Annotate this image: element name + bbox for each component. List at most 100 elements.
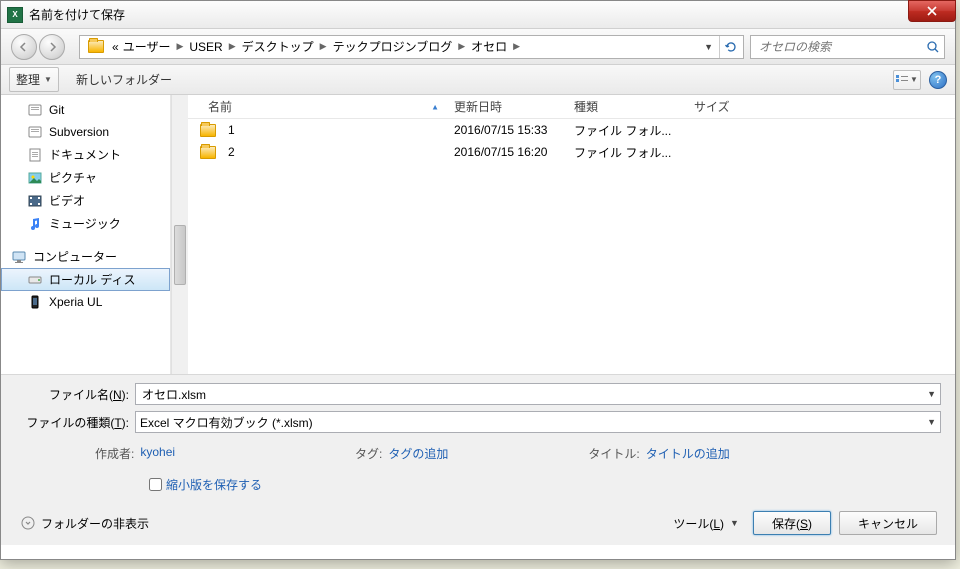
- repo-icon: [27, 102, 43, 118]
- tools-button[interactable]: ツール(L) ▼: [667, 512, 745, 535]
- sidebar-item-git[interactable]: Git: [1, 99, 170, 121]
- column-type[interactable]: 種類: [566, 98, 686, 115]
- repo-icon: [27, 124, 43, 140]
- filetype-select[interactable]: Excel マクロ有効ブック (*.xlsm) ▼: [135, 411, 941, 433]
- chevron-down-icon: ▼: [910, 75, 918, 84]
- folder-icon: [200, 146, 216, 159]
- file-name: 2: [228, 145, 235, 159]
- breadcrumb-item[interactable]: テックプロジンブログ: [331, 34, 455, 59]
- back-button[interactable]: [11, 34, 37, 60]
- file-row[interactable]: 2 2016/07/15 16:20 ファイル フォル...: [188, 141, 955, 163]
- chevron-right-icon: ▶: [176, 41, 183, 52]
- save-dialog: X 名前を付けて保存 « ユーザー ▶ USER ▶ デスクトップ ▶ テックプ…: [0, 0, 956, 560]
- breadcrumb-item[interactable]: デスクトップ: [240, 34, 316, 59]
- collapse-icon: [21, 516, 35, 530]
- refresh-button[interactable]: [719, 36, 741, 58]
- help-button[interactable]: ?: [929, 71, 947, 89]
- refresh-icon: [724, 40, 738, 54]
- history-dropdown[interactable]: ▼: [698, 42, 719, 52]
- sidebar-item-label: Subversion: [49, 125, 109, 139]
- titlebar: X 名前を付けて保存: [1, 1, 955, 29]
- video-icon: [27, 193, 43, 209]
- tag-value[interactable]: タグの追加: [388, 445, 448, 462]
- chevron-down-icon[interactable]: ▼: [927, 389, 936, 399]
- view-mode-button[interactable]: ▼: [893, 70, 921, 90]
- chevron-down-icon[interactable]: ▼: [927, 417, 936, 427]
- phone-icon: [27, 294, 43, 310]
- breadcrumb-item[interactable]: ユーザー: [121, 34, 173, 59]
- search-input[interactable]: [757, 39, 922, 55]
- folder-icon: [200, 124, 216, 137]
- file-list: 名前 ▲ 更新日時 種類 サイズ 1 2016/07/15 15:33 ファイル…: [188, 95, 955, 374]
- excel-icon: X: [7, 7, 23, 23]
- column-size[interactable]: サイズ: [686, 98, 766, 115]
- sidebar-item-music[interactable]: ミュージック: [1, 212, 170, 235]
- filename-field[interactable]: [140, 386, 927, 402]
- forward-icon: [46, 41, 58, 53]
- navbar: « ユーザー ▶ USER ▶ デスクトップ ▶ テックプロジンブログ ▶ オセ…: [1, 29, 955, 65]
- bottom-panel: ファイル名(N): ▼ ファイルの種類(T): Excel マクロ有効ブック (…: [1, 375, 955, 545]
- search-icon: [926, 40, 940, 54]
- filename-input[interactable]: ▼: [135, 383, 941, 405]
- sidebar-scrollbar[interactable]: [171, 95, 188, 374]
- file-type: ファイル フォル...: [566, 144, 686, 161]
- computer-icon: [11, 249, 27, 265]
- music-icon: [27, 216, 43, 232]
- hide-folders-button[interactable]: フォルダーの非表示: [15, 515, 149, 532]
- document-icon: [27, 147, 43, 163]
- title-value[interactable]: タイトルの追加: [646, 445, 730, 462]
- search-box[interactable]: [750, 35, 945, 59]
- breadcrumb-item[interactable]: USER: [187, 36, 224, 58]
- sort-ascending-icon: ▲: [431, 102, 439, 111]
- sidebar-item-computer[interactable]: コンピューター: [1, 245, 170, 268]
- sidebar-item-documents[interactable]: ドキュメント: [1, 143, 170, 166]
- cancel-button[interactable]: キャンセル: [839, 511, 937, 535]
- file-date: 2016/07/15 16:20: [446, 145, 566, 159]
- close-button[interactable]: [908, 0, 956, 22]
- file-type: ファイル フォル...: [566, 122, 686, 139]
- file-row[interactable]: 1 2016/07/15 15:33 ファイル フォル...: [188, 119, 955, 141]
- file-name: 1: [228, 123, 235, 137]
- chevron-right-icon: ▶: [513, 41, 520, 52]
- main-area: Git Subversion ドキュメント ピクチャ ビデオ ミュージック: [1, 95, 955, 375]
- sidebar-item-subversion[interactable]: Subversion: [1, 121, 170, 143]
- author-value[interactable]: kyohei: [140, 445, 175, 462]
- sidebar-item-localdisk[interactable]: ローカル ディス: [1, 268, 170, 291]
- scrollbar-thumb[interactable]: [174, 225, 186, 285]
- organize-button[interactable]: 整理 ▼: [9, 67, 59, 92]
- column-headers: 名前 ▲ 更新日時 種類 サイズ: [188, 95, 955, 119]
- filetype-label: ファイルの種類(T):: [15, 414, 135, 431]
- address-bar[interactable]: « ユーザー ▶ USER ▶ デスクトップ ▶ テックプロジンブログ ▶ オセ…: [79, 35, 744, 59]
- chevron-right-icon: ▶: [229, 41, 236, 52]
- close-icon: [927, 6, 937, 16]
- column-name[interactable]: 名前 ▲: [188, 98, 446, 115]
- tools-label: ツール(L): [673, 515, 724, 532]
- new-folder-button[interactable]: 新しいフォルダー: [69, 67, 179, 92]
- sidebar-item-label: ミュージック: [49, 215, 121, 232]
- hide-folders-label: フォルダーの非表示: [41, 515, 149, 532]
- save-button[interactable]: 保存(S): [753, 511, 831, 535]
- sidebar: Git Subversion ドキュメント ピクチャ ビデオ ミュージック: [1, 95, 171, 374]
- breadcrumb-item[interactable]: オセロ: [469, 34, 509, 59]
- thumbnail-label: 縮小版を保存する: [166, 476, 262, 493]
- search-button[interactable]: [922, 36, 944, 58]
- back-icon: [18, 41, 30, 53]
- filename-label: ファイル名(N):: [15, 386, 135, 403]
- new-folder-label: 新しいフォルダー: [76, 71, 172, 88]
- drive-icon: [27, 272, 43, 288]
- sidebar-item-label: ドキュメント: [49, 146, 121, 163]
- organize-label: 整理: [16, 71, 40, 88]
- sidebar-item-xperia[interactable]: Xperia UL: [1, 291, 170, 313]
- chevron-down-icon: ▼: [44, 75, 52, 84]
- column-date[interactable]: 更新日時: [446, 98, 566, 115]
- thumbnail-checkbox[interactable]: [149, 478, 162, 491]
- view-icon: [896, 75, 908, 85]
- sidebar-item-label: ピクチャ: [49, 169, 97, 186]
- breadcrumb-prefix: «: [110, 36, 121, 58]
- chevron-down-icon: ▼: [730, 518, 739, 528]
- window-title: 名前を付けて保存: [29, 6, 125, 23]
- sidebar-item-pictures[interactable]: ピクチャ: [1, 166, 170, 189]
- sidebar-item-videos[interactable]: ビデオ: [1, 189, 170, 212]
- sidebar-item-label: Xperia UL: [49, 295, 102, 309]
- forward-button[interactable]: [39, 34, 65, 60]
